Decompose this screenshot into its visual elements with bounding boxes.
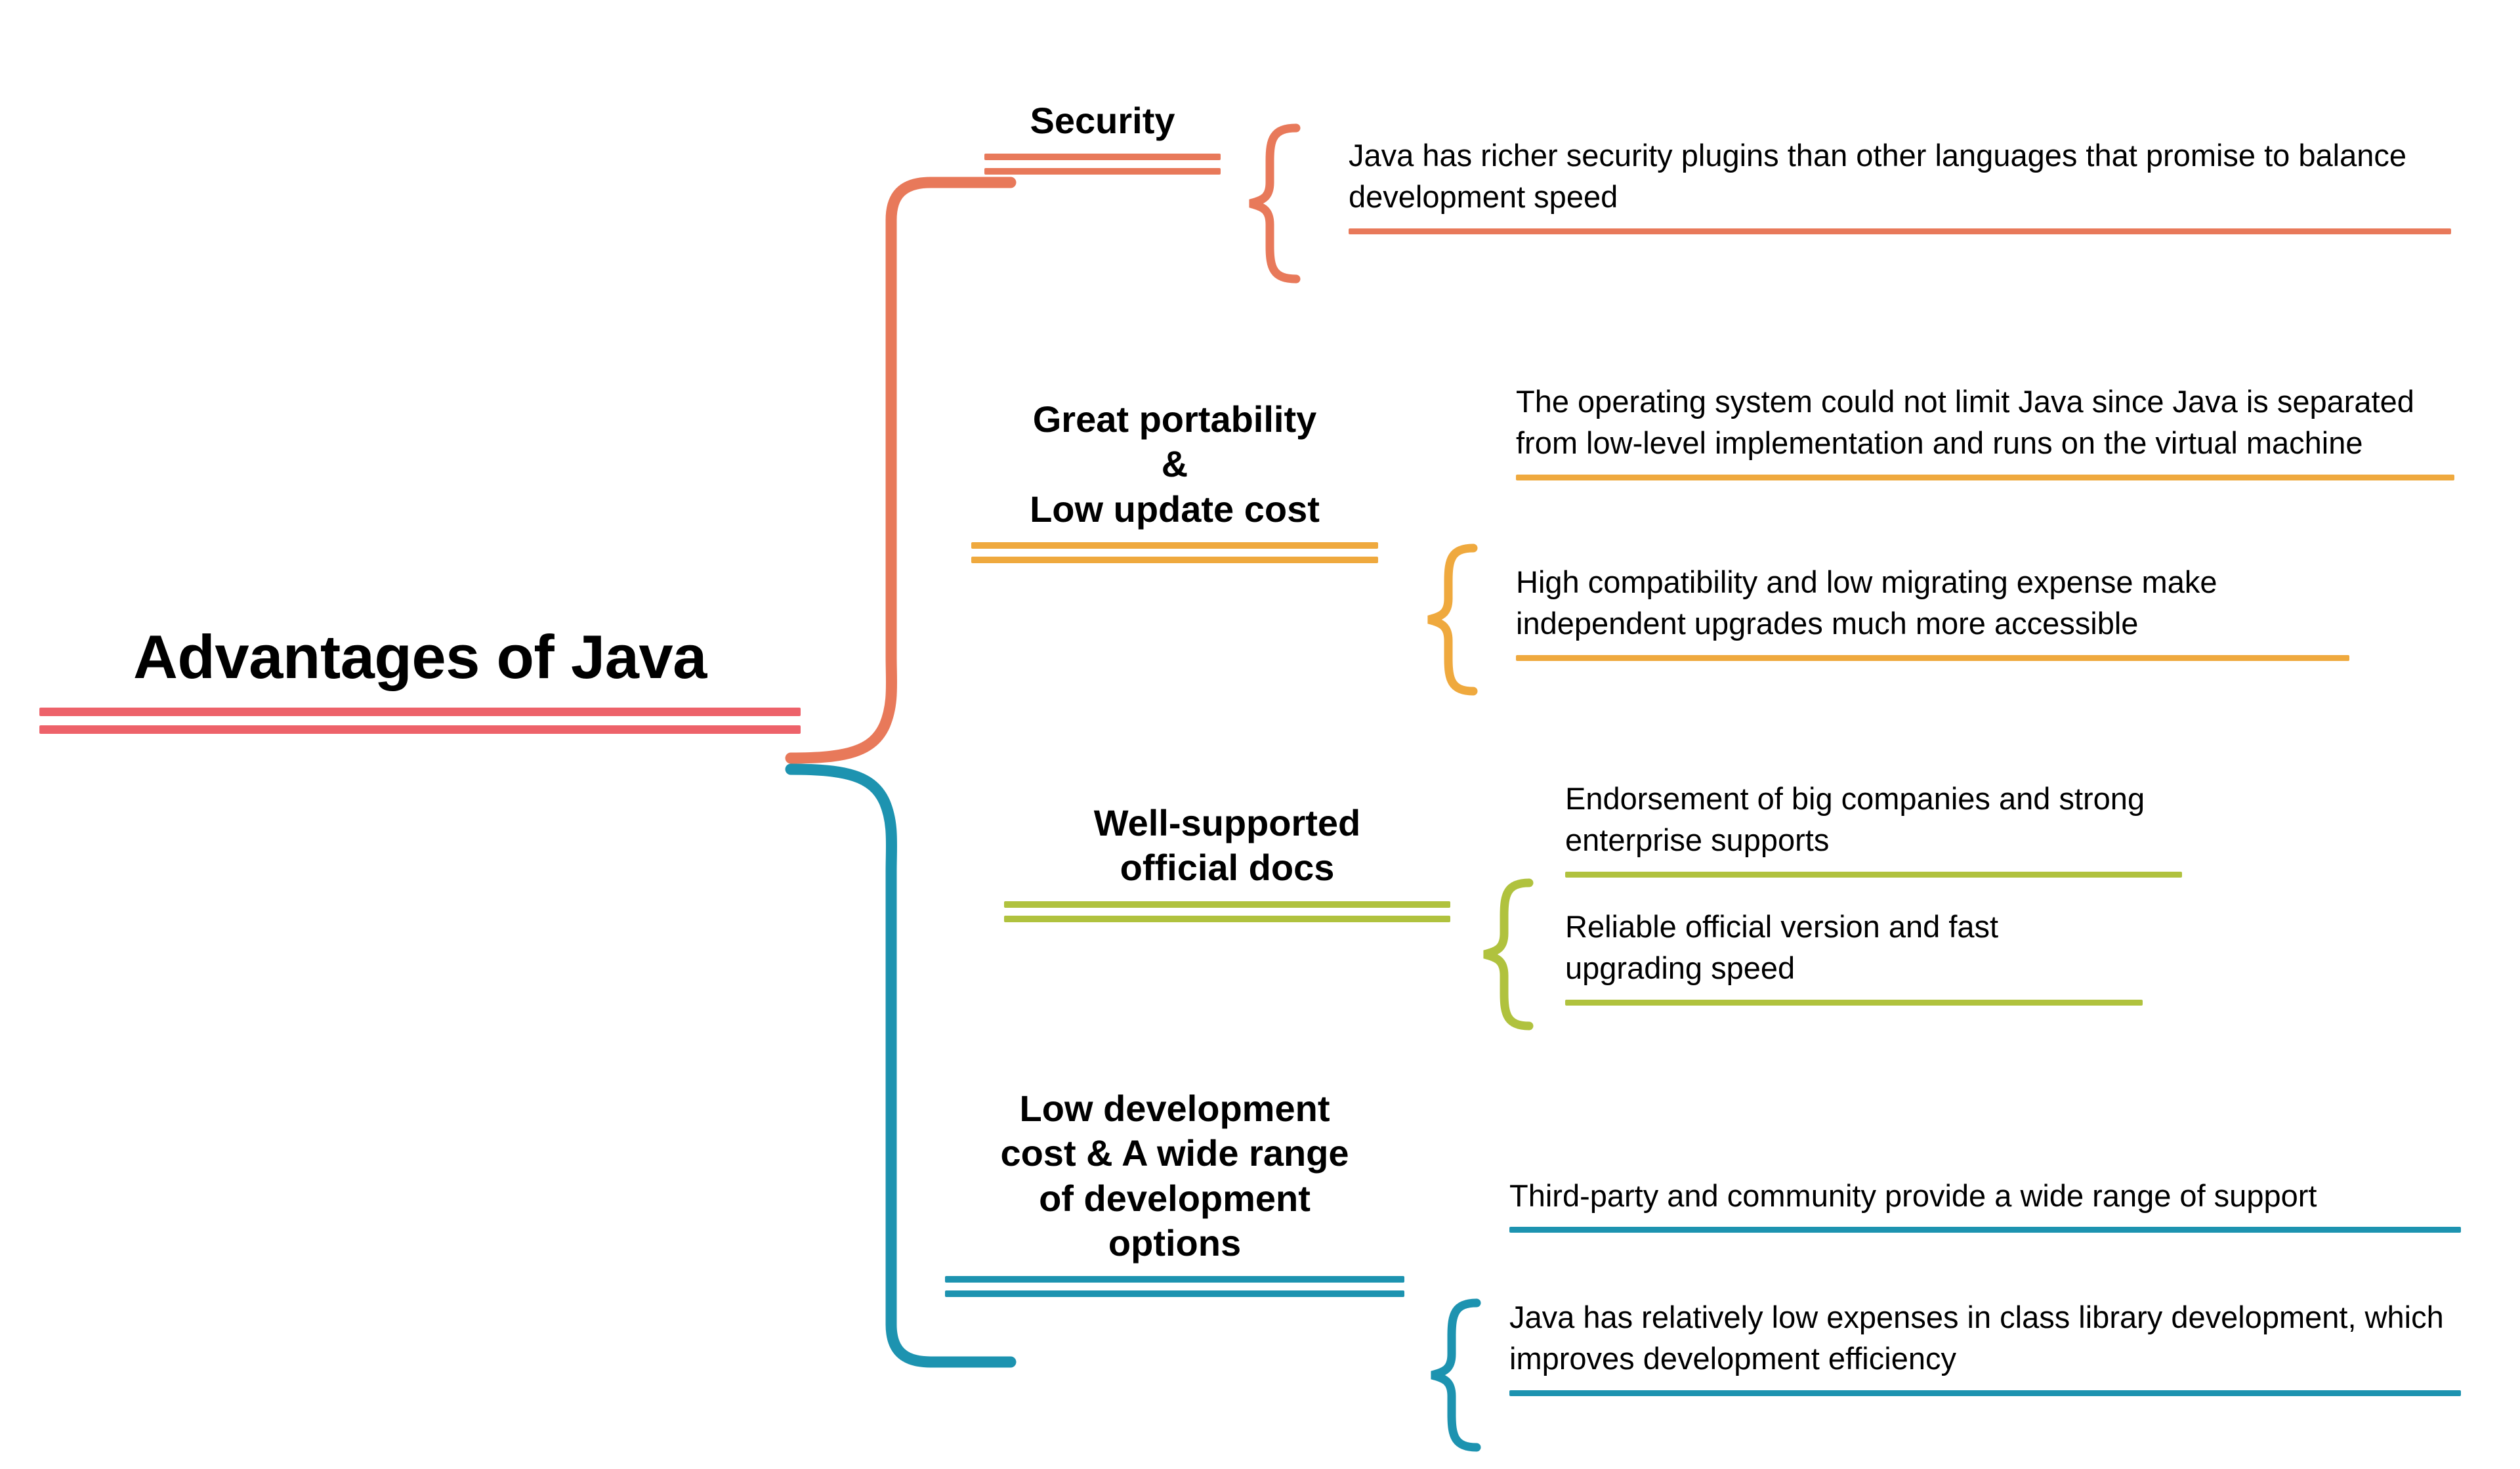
detail-low-cost-1[interactable]: Third-party and community provide a wide… xyxy=(1509,1175,2461,1233)
branch-label-low-cost: Low development cost & A wide range of d… xyxy=(1000,1088,1349,1264)
branch-underline-portability xyxy=(971,542,1378,563)
detail-text-portability-2: High compatibility and low migrating exp… xyxy=(1516,564,2217,641)
detail-underline-portability-1 xyxy=(1516,474,2454,480)
detail-portability-1[interactable]: The operating system could not limit Jav… xyxy=(1516,381,2454,480)
detail-underline-official-docs-1 xyxy=(1565,871,2182,878)
detail-portability-2[interactable]: High compatibility and low migrating exp… xyxy=(1516,561,2349,661)
detail-text-official-docs-1: Endorsement of big companies and strong … xyxy=(1565,781,2145,858)
detail-text-low-cost-2: Java has relatively low expenses in clas… xyxy=(1509,1300,2444,1376)
branch-label-portability: Great portability & Low update cost xyxy=(1030,398,1320,530)
detail-official-docs-1[interactable]: Endorsement of big companies and strong … xyxy=(1565,778,2182,878)
brace-official-docs xyxy=(1483,878,1534,1031)
detail-underline-portability-2 xyxy=(1516,654,2349,661)
branch-underline-official-docs xyxy=(1004,901,1450,922)
detail-text-security-1: Java has richer security plugins than ot… xyxy=(1349,138,2406,215)
branch-heading-security[interactable]: Security xyxy=(984,98,1221,175)
detail-underline-low-cost-1 xyxy=(1509,1227,2461,1233)
branch-underline-low-cost xyxy=(945,1276,1404,1298)
detail-low-cost-2[interactable]: Java has relatively low expenses in clas… xyxy=(1509,1296,2461,1396)
mindmap-canvas: Advantages of Java Security Java has ric… xyxy=(0,0,2520,1469)
brace-security xyxy=(1249,123,1301,284)
branch-label-official-docs: Well-supported official docs xyxy=(1093,802,1361,889)
detail-text-portability-1: The operating system could not limit Jav… xyxy=(1516,384,2414,461)
detail-underline-official-docs-2 xyxy=(1565,999,2143,1006)
root-node[interactable]: Advantages of Java xyxy=(39,624,801,734)
detail-official-docs-2[interactable]: Reliable official version and fast upgra… xyxy=(1565,906,2143,1006)
detail-underline-low-cost-2 xyxy=(1509,1390,2461,1396)
detail-security-1[interactable]: Java has richer security plugins than ot… xyxy=(1349,135,2451,234)
branch-label-security: Security xyxy=(1030,100,1175,141)
detail-text-low-cost-1: Third-party and community provide a wide… xyxy=(1509,1178,2317,1213)
detail-underline-security-1 xyxy=(1349,228,2451,234)
detail-text-official-docs-2: Reliable official version and fast upgra… xyxy=(1565,909,1999,986)
root-node-label: Advantages of Java xyxy=(133,622,707,691)
branch-underline-security xyxy=(984,154,1221,175)
branch-heading-portability[interactable]: Great portability & Low update cost xyxy=(971,397,1378,563)
brace-low-cost xyxy=(1431,1298,1481,1452)
brace-portability xyxy=(1427,543,1478,696)
branch-heading-official-docs[interactable]: Well-supported official docs xyxy=(1004,801,1450,922)
branch-heading-low-cost[interactable]: Low development cost & A wide range of d… xyxy=(945,1086,1404,1298)
root-node-underline xyxy=(39,707,801,734)
